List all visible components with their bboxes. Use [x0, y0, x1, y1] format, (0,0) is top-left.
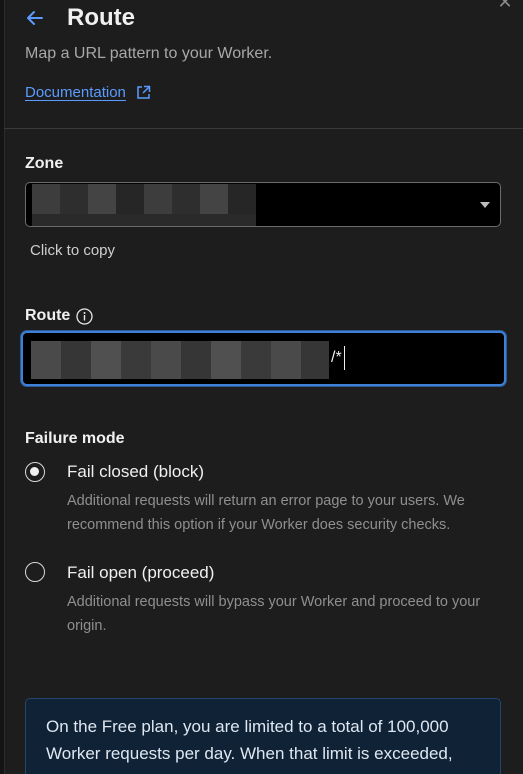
fail-closed-label[interactable]: Fail closed (block): [67, 462, 204, 482]
panel-edge: [0, 0, 5, 774]
page-subtitle: Map a URL pattern to your Worker.: [25, 45, 273, 62]
route-value-suffix: /*: [331, 349, 342, 366]
text-cursor: [344, 346, 345, 370]
zone-value-redacted-lower: [32, 214, 256, 226]
chevron-down-icon[interactable]: [480, 202, 490, 208]
route-label-text: Route: [25, 307, 71, 324]
zone-value-redacted: [32, 184, 256, 214]
documentation-link[interactable]: Documentation: [25, 84, 151, 101]
route-value-redacted: [31, 341, 329, 379]
fail-open-description: Additional requests will bypass your Wor…: [67, 594, 481, 634]
fail-closed-description: Additional requests will return an error…: [67, 493, 465, 533]
fail-open-label[interactable]: Fail open (proceed): [67, 563, 214, 583]
route-label: Route: [25, 307, 93, 325]
section-divider: [4, 128, 523, 129]
arrow-left-icon[interactable]: [25, 7, 47, 29]
zone-label: Zone: [25, 155, 64, 172]
copy-hint[interactable]: Click to copy: [30, 242, 115, 259]
documentation-link-label[interactable]: Documentation: [25, 84, 126, 101]
fail-open-radio[interactable]: [25, 562, 45, 582]
zone-select[interactable]: [25, 182, 501, 227]
page-title: Route: [67, 4, 135, 31]
free-plan-notice: On the Free plan, you are limited to a t…: [25, 698, 501, 774]
failure-mode-label: Failure mode: [25, 430, 125, 447]
fail-closed-radio[interactable]: [25, 462, 45, 482]
close-icon[interactable]: ✕: [495, 0, 515, 12]
route-panel: ✕ Route Map a URL pattern to your Worker…: [0, 0, 523, 774]
panel-header: Route: [25, 0, 135, 36]
route-input[interactable]: /*: [21, 331, 506, 386]
external-link-icon: [136, 85, 151, 100]
info-icon[interactable]: [76, 307, 93, 325]
